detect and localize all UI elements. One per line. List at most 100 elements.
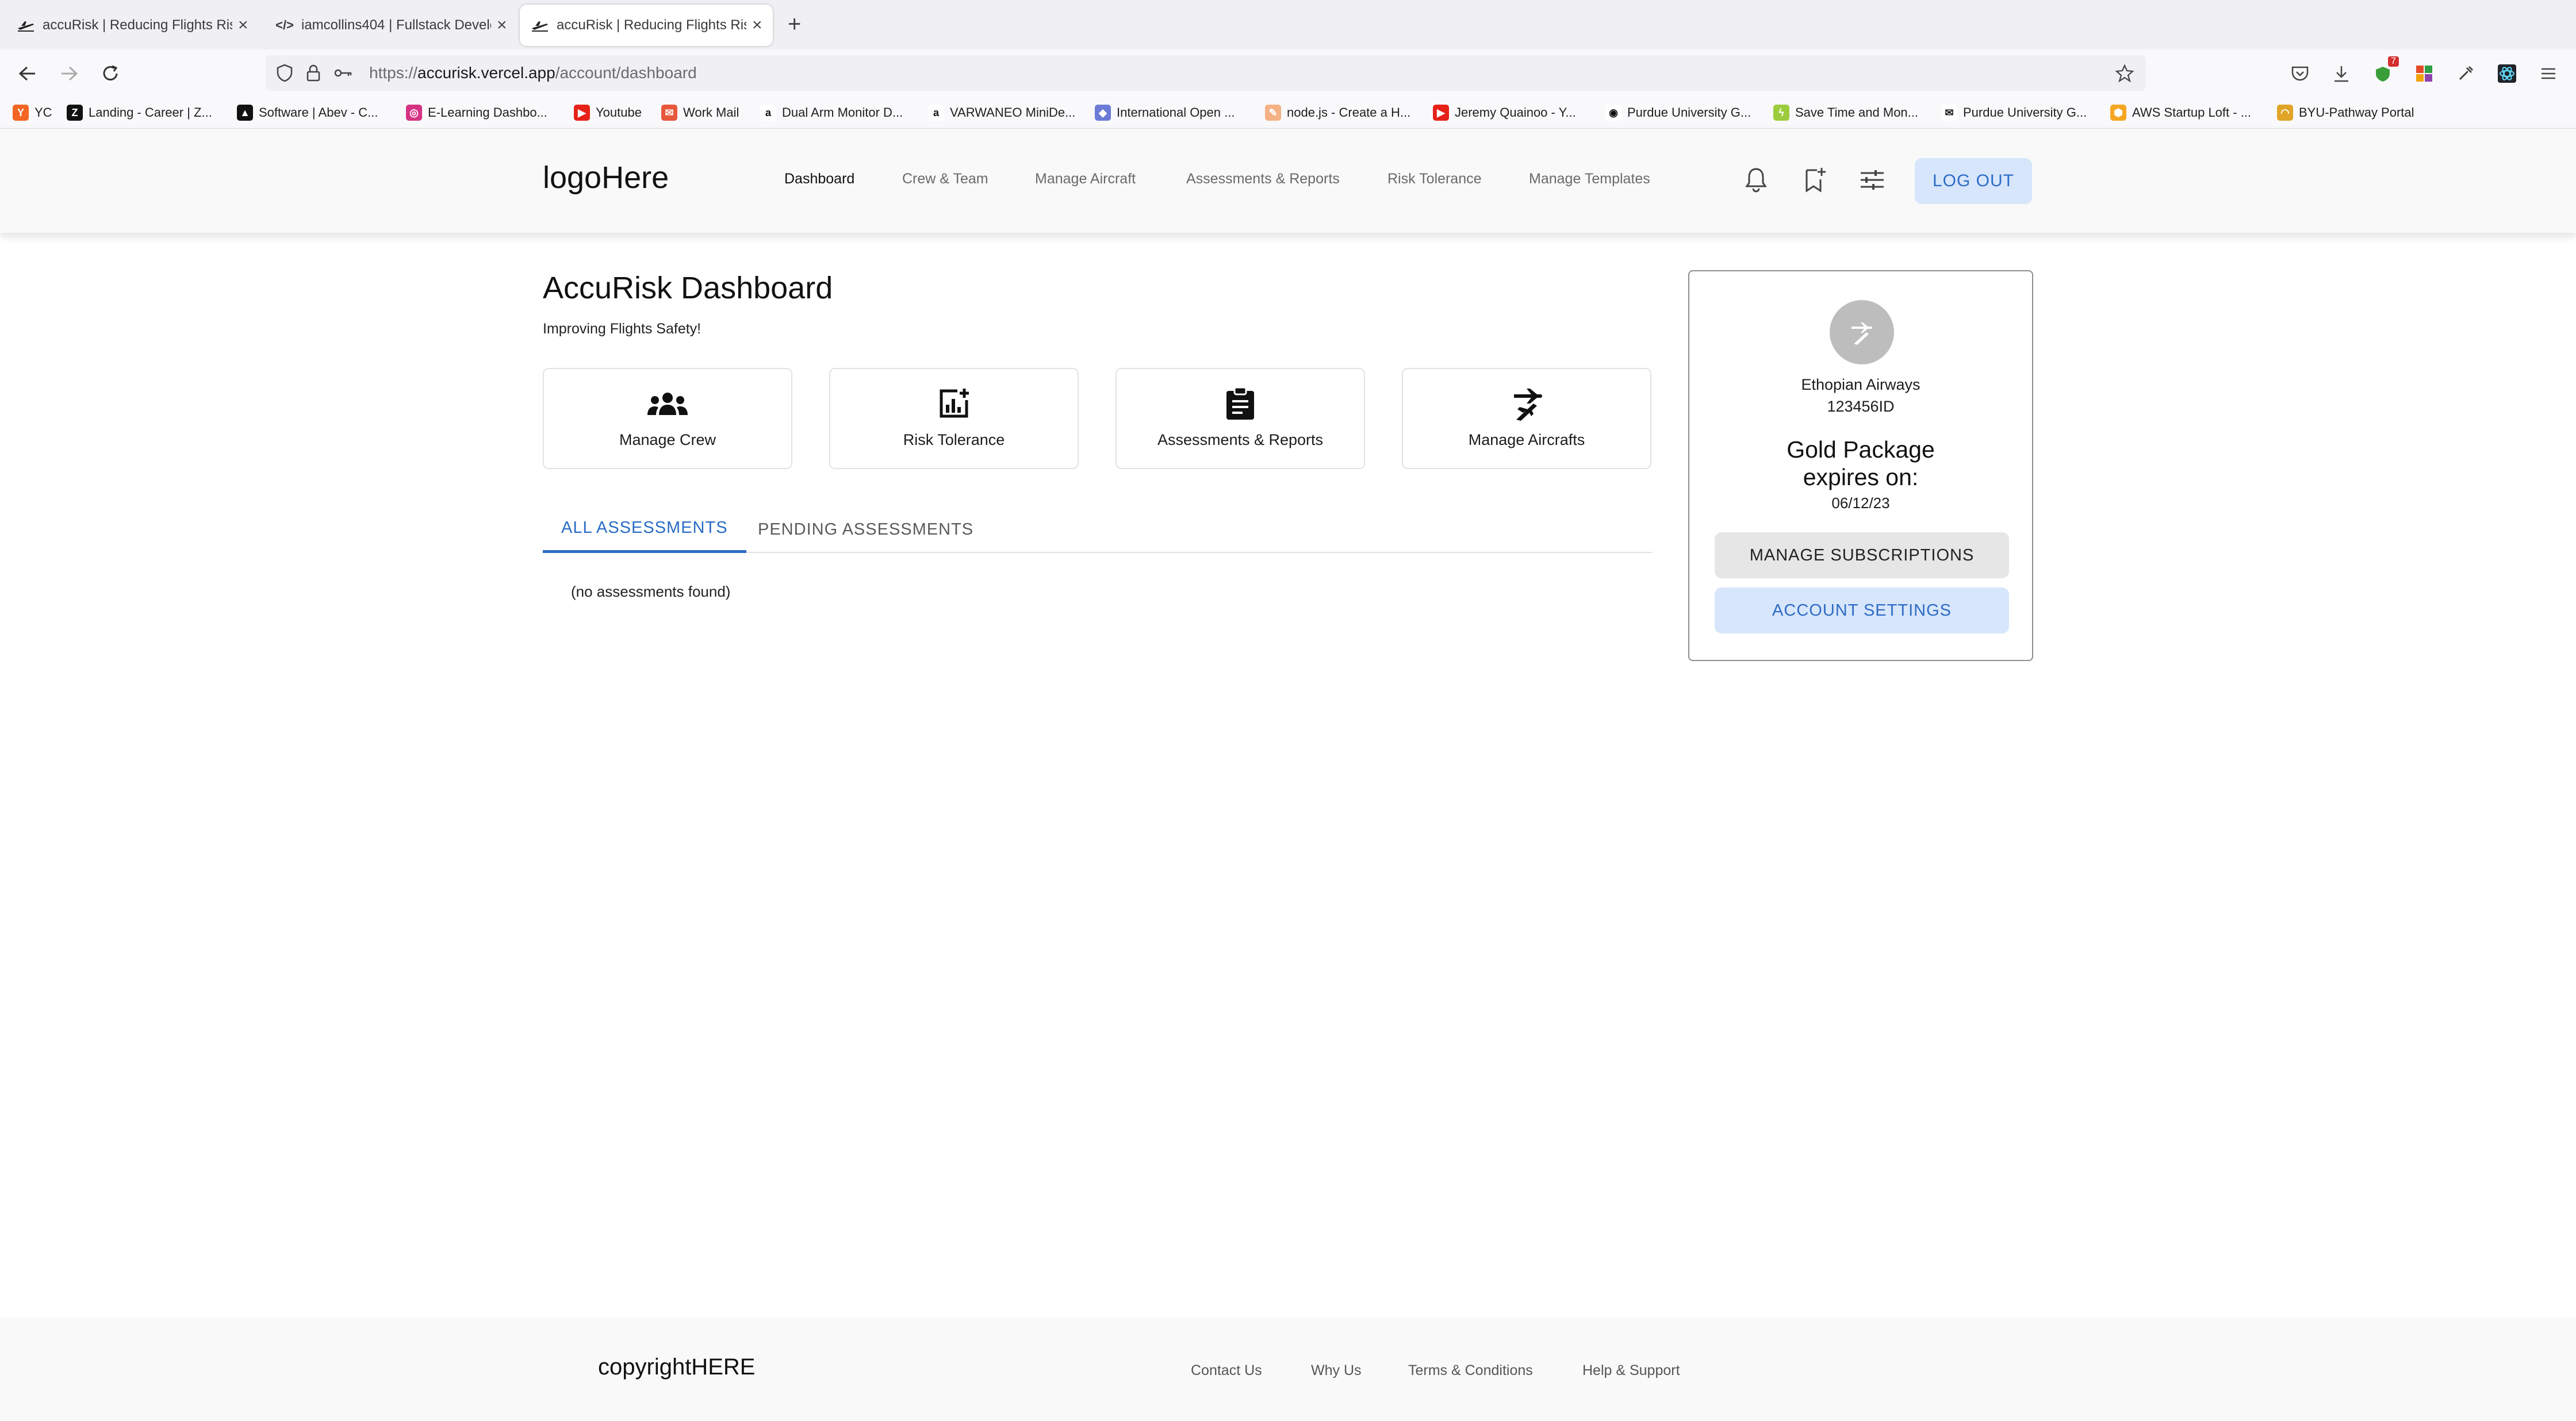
bookmark-label: Save Time and Mon...	[1795, 105, 1918, 120]
avatar	[1830, 300, 1894, 364]
bookmark-item[interactable]: ✉ Purdue University G...	[1941, 103, 2087, 122]
card-label: Assessments & Reports	[1157, 431, 1324, 448]
browser-tab[interactable]: </> iamcollins404 | Fullstack Developer …	[264, 5, 518, 46]
account-settings-button[interactable]: ACCOUNT SETTINGS	[1715, 587, 2009, 633]
bookmark-favicon-icon: a	[928, 105, 944, 121]
card-assessments-reports[interactable]: Assessments & Reports	[1116, 368, 1365, 469]
company-id: 123456ID	[1827, 398, 1895, 415]
close-icon[interactable]: ×	[752, 16, 762, 35]
bookmark-item[interactable]: ▶ Youtube	[574, 103, 642, 122]
bookmark-item[interactable]: ⬢ AWS Startup Loft - ...	[2110, 103, 2251, 122]
bookmark-favicon-icon: ◎	[406, 105, 422, 121]
nav-assessments-reports[interactable]: Assessments & Reports	[1186, 171, 1340, 187]
bookmark-item[interactable]: ▲ Software | Abev - C...	[237, 103, 378, 122]
bookmark-favicon-icon: Y	[13, 105, 29, 121]
footer-link-help[interactable]: Help & Support	[1582, 1362, 1680, 1379]
card-label: Manage Crew	[619, 431, 716, 448]
nav-dashboard[interactable]: Dashboard	[784, 171, 854, 187]
bookmark-add-icon[interactable]	[1799, 164, 1831, 196]
empty-state: (no assessments found)	[571, 583, 731, 600]
eyedropper-icon[interactable]	[2454, 62, 2477, 85]
tune-icon[interactable]	[1856, 164, 1888, 196]
bookmark-item[interactable]: ◠ BYU-Pathway Portal	[2277, 103, 2414, 122]
bell-icon[interactable]	[1740, 164, 1772, 196]
assessment-tabs: ALL ASSESSMENTS PENDING ASSESSMENTS	[543, 506, 1653, 553]
account-card: Ethopian Airways 123456ID Gold Package e…	[1688, 270, 2033, 661]
bookmark-item[interactable]: ✎ node.js - Create a H...	[1265, 103, 1410, 122]
close-icon[interactable]: ×	[238, 16, 248, 35]
hamburger-menu-icon[interactable]	[2537, 62, 2560, 85]
group-icon	[544, 385, 791, 422]
footer-link-why-us[interactable]: Why Us	[1311, 1362, 1362, 1379]
clipboard-icon	[1117, 385, 1364, 422]
bookmark-star-icon[interactable]	[2115, 63, 2134, 83]
app-header: logoHere Dashboard Crew & Team Manage Ai…	[0, 129, 2576, 233]
logo[interactable]: logoHere	[543, 160, 669, 195]
nav-crew-team[interactable]: Crew & Team	[902, 171, 988, 187]
card-manage-crew[interactable]: Manage Crew	[543, 368, 792, 469]
card-risk-tolerance[interactable]: Risk Tolerance	[829, 368, 1079, 469]
bookmark-favicon-icon: ▲	[237, 105, 253, 121]
bookmark-item[interactable]: ▶ Jeremy Quainoo - Y...	[1433, 103, 1576, 122]
bookmark-label: International Open ...	[1117, 105, 1235, 120]
extension-grid-icon[interactable]	[2413, 62, 2436, 85]
connecting-flights-icon	[1403, 385, 1650, 422]
react-devtools-icon[interactable]	[2496, 62, 2518, 85]
card-manage-aircrafts[interactable]: Manage Aircrafts	[1402, 368, 1651, 469]
page-title: AccuRisk Dashboard	[543, 271, 833, 305]
close-icon[interactable]: ×	[497, 16, 507, 35]
tab-title: iamcollins404 | Fullstack Developer	[301, 17, 491, 33]
bookmark-item[interactable]: Z Landing - Career | Z...	[67, 103, 212, 122]
bookmark-label: Dual Arm Monitor D...	[782, 105, 903, 120]
nav-manage-templates[interactable]: Manage Templates	[1529, 171, 1650, 187]
browser-tab[interactable]: accuRisk | Reducing Flights Risk ×	[6, 5, 259, 46]
bookmark-item[interactable]: ϟ Save Time and Mon...	[1773, 103, 1918, 122]
address-bar[interactable]: https://accurisk.vercel.app/account/dash…	[266, 55, 2146, 91]
shield-icon[interactable]	[275, 63, 294, 83]
forward-icon[interactable]	[55, 60, 83, 87]
bookmark-favicon-icon: ◠	[2277, 105, 2293, 121]
bookmark-item[interactable]: a VARWANEO MiniDe...	[928, 103, 1075, 122]
lock-icon[interactable]	[304, 63, 323, 83]
bookmark-label: Jeremy Quainoo - Y...	[1455, 105, 1576, 120]
bookmark-item[interactable]: ✉ Work Mail	[661, 103, 739, 122]
bookmark-label: BYU-Pathway Portal	[2299, 105, 2414, 120]
tab-pending-assessments[interactable]: PENDING ASSESSMENTS	[758, 506, 973, 553]
bookmark-item[interactable]: a Dual Arm Monitor D...	[760, 103, 903, 122]
tab-title: accuRisk | Reducing Flights Risk	[557, 17, 746, 33]
company-name: Ethopian Airways	[1801, 376, 1920, 393]
plane-icon	[530, 17, 550, 33]
bookmark-item[interactable]: ◉ Purdue University G...	[1605, 103, 1751, 122]
logout-button[interactable]: LOG OUT	[1915, 158, 2032, 204]
new-tab-button[interactable]: +	[788, 11, 801, 37]
plane-icon	[16, 17, 36, 33]
package-name: Gold Package	[1787, 436, 1935, 463]
download-icon[interactable]	[2330, 62, 2353, 85]
browser-tab-active[interactable]: accuRisk | Reducing Flights Risk ×	[520, 5, 773, 46]
bookmark-label: Purdue University G...	[1963, 105, 2087, 120]
footer-link-terms[interactable]: Terms & Conditions	[1408, 1362, 1533, 1379]
reload-icon[interactable]	[97, 60, 124, 87]
bookmark-item[interactable]: Y YC	[13, 103, 52, 122]
key-icon[interactable]	[334, 63, 353, 83]
footer-link-contact[interactable]: Contact Us	[1191, 1362, 1262, 1379]
url-text[interactable]: https://accurisk.vercel.app/account/dash…	[369, 64, 697, 82]
bookmark-label: Work Mail	[683, 105, 739, 120]
manage-subscriptions-button[interactable]: MANAGE SUBSCRIPTIONS	[1715, 532, 2009, 578]
bookmark-label: Landing - Career | Z...	[89, 105, 212, 120]
bookmark-item[interactable]: ◎ E-Learning Dashbo...	[406, 103, 547, 122]
footer: copyrightHERE Contact Us Why Us Terms & …	[0, 1318, 2576, 1421]
bookmark-favicon-icon: ▶	[574, 105, 590, 121]
nav-risk-tolerance[interactable]: Risk Tolerance	[1387, 171, 1482, 187]
package-title: Gold Package expires on:	[1689, 436, 2032, 491]
code-icon: </>	[275, 18, 294, 32]
nav-manage-aircraft[interactable]: Manage Aircraft	[1035, 171, 1136, 187]
bookmark-item[interactable]: ◆ International Open ...	[1095, 103, 1235, 122]
bookmark-favicon-icon: ✉	[661, 105, 677, 121]
back-icon[interactable]	[14, 60, 41, 87]
tab-all-assessments[interactable]: ALL ASSESSMENTS	[543, 506, 746, 553]
bookmark-label: VARWANEO MiniDe...	[950, 105, 1076, 120]
extension-shield-icon[interactable]: 7	[2371, 56, 2399, 85]
bookmark-label: Purdue University G...	[1627, 105, 1751, 120]
pocket-icon[interactable]	[2288, 62, 2312, 85]
